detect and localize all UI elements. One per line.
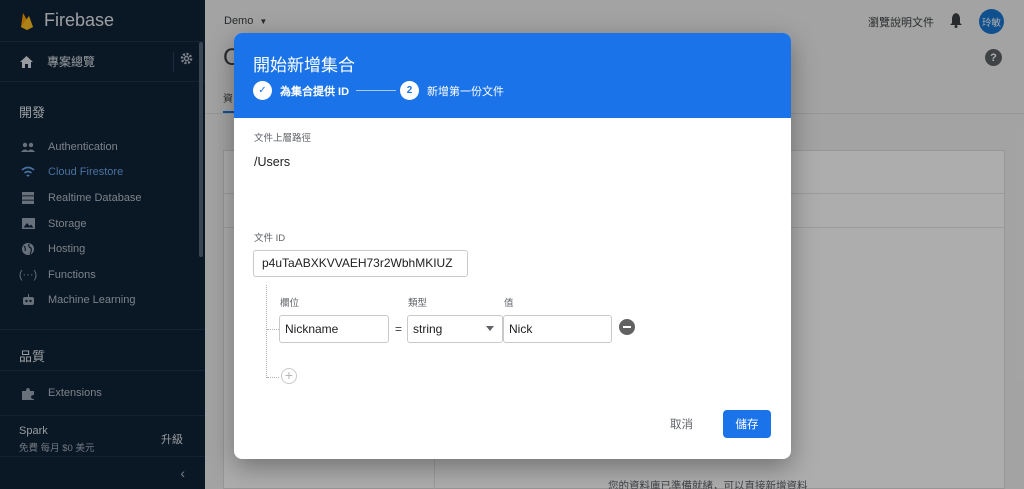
step-2-label: 新增第一份文件: [427, 85, 504, 98]
step-1: ✓ 為集合提供 ID: [253, 81, 349, 100]
step-2-number: 2: [400, 81, 419, 100]
parent-path-value: /Users: [254, 155, 291, 169]
remove-field-icon[interactable]: [619, 319, 635, 335]
dialog-header: 開始新增集合 ✓ 為集合提供 ID 2 新增第一份文件: [234, 33, 791, 118]
document-id-input[interactable]: p4uTaABXKVVAEH73r2WbhMKIUZ: [253, 250, 468, 277]
add-field-icon[interactable]: +: [281, 368, 297, 384]
tree-guide-branch: [267, 329, 279, 330]
check-icon: ✓: [253, 81, 272, 100]
start-collection-dialog: 開始新增集合 ✓ 為集合提供 ID 2 新增第一份文件 文件上層路徑 /User…: [234, 33, 791, 459]
stepper-connector: [356, 90, 396, 91]
parent-path-label: 文件上層路徑: [254, 133, 312, 144]
dropdown-arrow-icon: [486, 326, 494, 331]
save-button[interactable]: 儲存: [723, 410, 771, 438]
type-select[interactable]: string: [407, 315, 503, 343]
type-column-label: 類型: [408, 298, 428, 309]
field-value-input[interactable]: Nick: [503, 315, 612, 343]
field-column-label: 欄位: [280, 298, 300, 309]
dialog-title: 開始新增集合: [253, 56, 355, 75]
tree-guide-branch: [267, 377, 279, 378]
equals-sign: =: [395, 322, 403, 336]
step-2: 2 新增第一份文件: [400, 81, 504, 100]
value-column-label: 值: [504, 298, 514, 309]
step-1-label: 為集合提供 ID: [280, 85, 350, 98]
type-select-value: string: [413, 322, 443, 336]
tree-guide-line: [266, 285, 267, 378]
cancel-button[interactable]: 取消: [670, 416, 693, 432]
document-id-label: 文件 ID: [254, 233, 286, 244]
field-name-input[interactable]: Nickname: [279, 315, 389, 343]
